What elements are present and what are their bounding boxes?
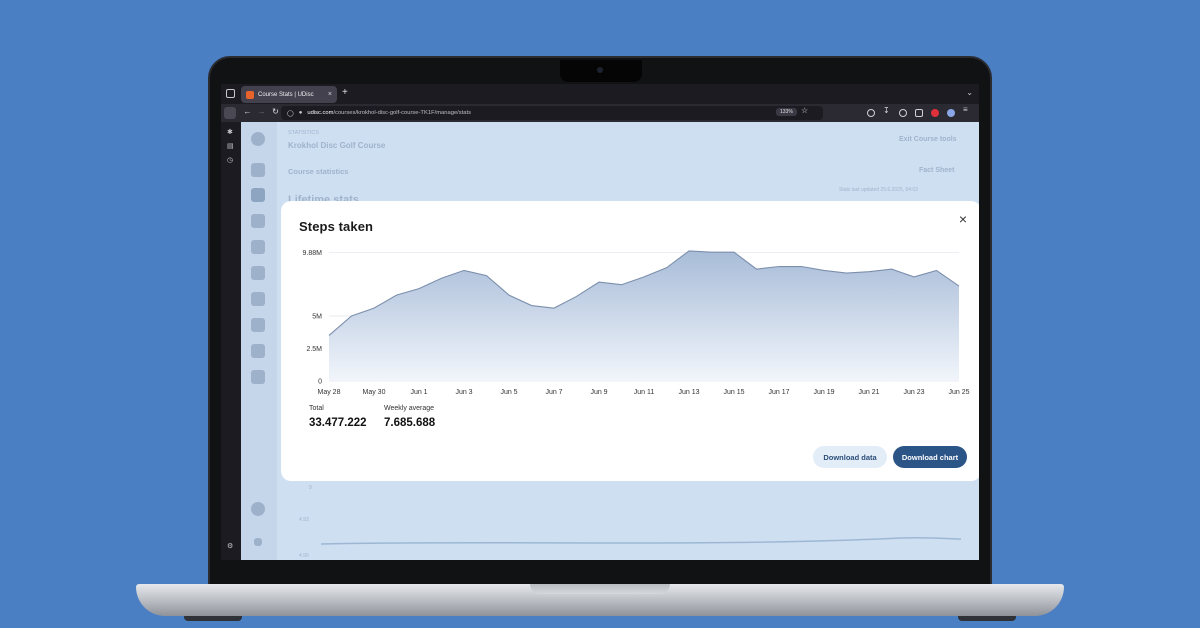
fact-sheet-link[interactable]: Fact Sheet <box>919 167 954 174</box>
x-tick-label: Jun 13 <box>678 389 699 396</box>
map-icon[interactable] <box>251 240 265 254</box>
photo-icon[interactable] <box>251 318 265 332</box>
stats-icon[interactable] <box>251 188 265 202</box>
target-icon[interactable] <box>251 266 265 280</box>
laptop-screen: Course Stats | UDisc × + ⌄ ← → ↻ ◯ ● udi… <box>221 84 979 560</box>
last-updated-text: Stats last updated 25.6.2025, 04:03 <box>839 187 918 193</box>
total-label: Total <box>309 405 324 412</box>
forward-arrow-icon[interactable]: → <box>254 107 269 116</box>
laptop-base-notch <box>530 584 670 594</box>
breadcrumb: STATISTICS <box>288 130 319 136</box>
steps-chart: 0 2.5M 5M 9.88M May 28 May 30 Jun 1 Jun 3 Jun 5 J… <box>303 250 970 396</box>
background-line-chart <box>321 536 961 545</box>
bg-axis-label: 4.90 <box>299 553 309 559</box>
url-path: /courses/krokhol-disc-golf-course-TK1F/m… <box>333 110 472 116</box>
series-area <box>329 250 959 381</box>
background-series-line <box>321 536 961 545</box>
x-tick-label: Jun 11 <box>634 389 655 396</box>
logo-icon <box>251 502 265 516</box>
pocket-icon[interactable] <box>867 109 875 117</box>
laptop-foot-right <box>958 616 1016 621</box>
x-tick-label: Jun 1 <box>410 389 427 396</box>
y-tick-label: 9.88M <box>303 250 323 257</box>
x-tick-label: Jun 5 <box>500 389 517 396</box>
exit-course-tools-link[interactable]: Exit Course tools <box>899 136 957 143</box>
home-icon[interactable] <box>251 163 265 177</box>
tab-close-icon[interactable]: × <box>328 91 332 98</box>
x-tick-label: Jun 9 <box>590 389 607 396</box>
back-arrow-icon[interactable]: ← <box>240 107 255 116</box>
browser-toolbar: ← → ↻ ◯ ● udisc.com /courses/krokhol-dis… <box>221 104 979 122</box>
x-tick-label: Jun 17 <box>768 389 789 396</box>
total-value: 33.477.222 <box>309 417 367 429</box>
x-tick-label: Jun 21 <box>858 389 879 396</box>
page-title: Krokhol Disc Golf Course <box>288 141 386 150</box>
shield-icon[interactable]: ◯ <box>287 110 294 117</box>
y-tick-label: 2.5M <box>306 346 322 353</box>
y-tick-label: 5M <box>312 313 322 320</box>
weekly-average-value: 7.685.688 <box>384 417 436 429</box>
laptop-foot-left <box>184 616 242 621</box>
url-bar[interactable]: ◯ ● udisc.com /courses/krokhol-disc-golf… <box>281 106 823 120</box>
x-tick-label: Jun 19 <box>813 389 834 396</box>
browser-sidebar: ✱ ▤ ◷ ⚙ <box>221 122 241 560</box>
bookmark-star-icon[interactable]: ☆ <box>801 106 808 115</box>
avatar[interactable] <box>251 132 265 146</box>
nav-icon[interactable] <box>251 214 265 228</box>
synced-tabs-icon[interactable]: ▤ <box>227 142 234 150</box>
menu-icon[interactable]: ≡ <box>963 105 971 114</box>
x-tick-label: Jun 15 <box>723 389 744 396</box>
settings-icon[interactable] <box>251 370 265 384</box>
browser-tab-strip: Course Stats | UDisc × + ⌄ <box>221 84 979 104</box>
tee-icon[interactable] <box>251 292 265 306</box>
udisc-favicon-icon <box>246 90 254 99</box>
x-tick-label: Jun 7 <box>545 389 562 396</box>
ai-chat-icon[interactable]: ✱ <box>227 128 233 136</box>
zoom-level-badge[interactable]: 133% <box>776 108 797 116</box>
web-page: STATISTICS Krokhol Disc Golf Course Exit… <box>241 122 979 560</box>
x-tick-label: Jun 23 <box>903 389 924 396</box>
expand-chevron-icon[interactable] <box>254 538 262 546</box>
download-data-button[interactable]: Download data <box>813 446 887 468</box>
x-tick-label: Jun 3 <box>455 389 472 396</box>
tab-title: Course Stats | UDisc <box>258 91 314 98</box>
camera-icon <box>597 67 603 73</box>
settings-gear-icon[interactable]: ⚙ <box>227 542 233 550</box>
app-sidebar <box>241 122 277 560</box>
browser-tab[interactable]: Course Stats | UDisc × <box>241 86 337 103</box>
grid-icon[interactable] <box>251 344 265 358</box>
steps-modal: Steps taken × 0 2.5M 5M 9.88M May 28 May 30 Ju… <box>281 201 979 481</box>
sidebar-toggle-icon[interactable] <box>224 107 236 119</box>
tab-list-icon[interactable] <box>226 89 235 98</box>
url-domain: udisc.com <box>307 110 334 116</box>
x-tick-label: May 30 <box>363 389 386 396</box>
section-heading: Course statistics <box>288 167 349 176</box>
x-tick-label: Jun 25 <box>948 389 969 396</box>
account-icon[interactable] <box>899 109 907 117</box>
x-tick-label: May 28 <box>318 389 341 396</box>
extension-icon[interactable] <box>947 109 955 117</box>
modal-title: Steps taken <box>299 219 374 234</box>
bg-axis-label: 4.93 <box>299 517 309 523</box>
y-tick-label: 0 <box>318 379 322 386</box>
adblock-extension-icon[interactable] <box>931 109 939 117</box>
bg-axis-label: 9 <box>309 485 312 491</box>
extensions-icon[interactable] <box>915 109 923 117</box>
close-icon[interactable]: × <box>959 211 967 227</box>
new-tab-button[interactable]: + <box>342 87 348 98</box>
history-icon[interactable]: ◷ <box>227 156 233 164</box>
weekly-average-label: Weekly average <box>384 405 435 412</box>
chevron-down-icon[interactable]: ⌄ <box>966 88 973 97</box>
lock-icon[interactable]: ● <box>299 110 303 116</box>
download-chart-button[interactable]: Download chart <box>893 446 967 468</box>
download-icon[interactable]: ↧ <box>883 106 891 115</box>
